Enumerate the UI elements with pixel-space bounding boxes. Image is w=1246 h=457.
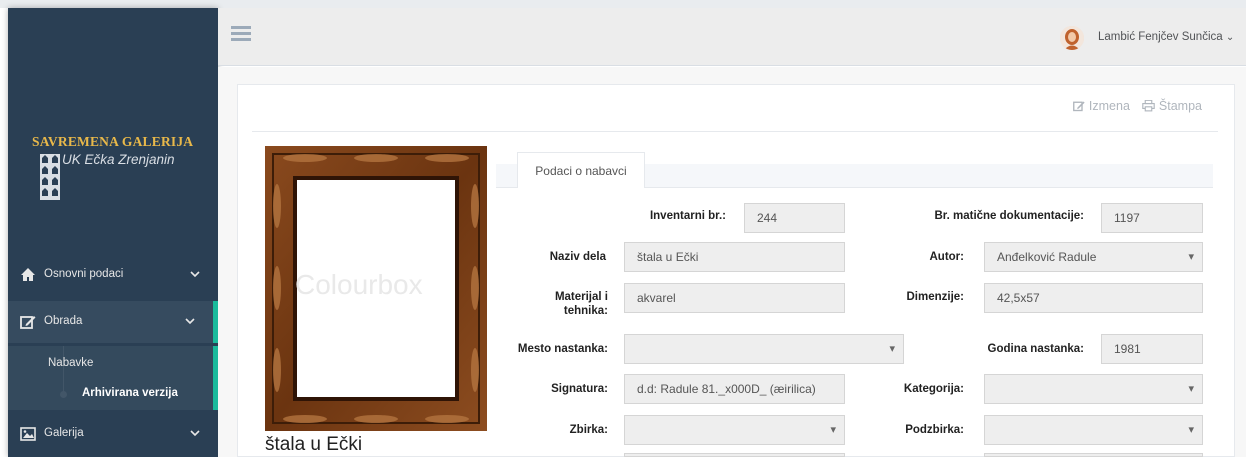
divider: [252, 131, 1218, 132]
sidebar: SAVREMENA GALERIJA UK Ečka Zrenjanin Osn…: [8, 8, 218, 457]
mesto-nastanka-label: Mesto nastanka:: [517, 343, 608, 355]
autor-label: Autor:: [929, 251, 965, 263]
user-name: Lambić Fenjčev Sunčica: [1098, 31, 1223, 43]
sidebar-item-osnovni-podaci[interactable]: Osnovni podaci: [8, 254, 218, 296]
zbirka-label: Zbirka:: [569, 424, 608, 436]
naziv-dela-field[interactable]: štala u Ečki: [624, 242, 845, 272]
zbirka-select[interactable]: [624, 415, 845, 445]
printer-icon: [1142, 100, 1155, 112]
user-menu[interactable]: Lambić Fenjčev Sunčica ⌄: [1098, 31, 1234, 43]
artwork-title: štala u Ečki: [265, 434, 363, 455]
signatura-field[interactable]: d.d: Radule 81._x000D_ (æirilica): [624, 374, 845, 404]
sidebar-item-label: Galerija: [44, 427, 84, 439]
sidebar-item-obrada[interactable]: Obrada: [8, 301, 218, 343]
materijal-field[interactable]: akvarel: [624, 283, 845, 313]
edit-button-label: Izmena: [1088, 99, 1130, 113]
user-avatar[interactable]: [1060, 26, 1084, 50]
panel-toolbar: Izmena Štampa: [1072, 99, 1202, 113]
dimenzije-field[interactable]: 42,5x57: [984, 283, 1203, 313]
kategorija-select[interactable]: [984, 374, 1203, 404]
chevron-down-icon: ⌄: [1225, 32, 1235, 43]
signatura-label: Signatura:: [551, 383, 608, 395]
materijal-label: Materijal i tehnika:: [554, 291, 608, 317]
kategorija-label: Kategorija:: [903, 383, 964, 395]
print-button[interactable]: Štampa: [1142, 99, 1202, 113]
artwork-image[interactable]: Colourbox: [265, 146, 487, 431]
image-watermark: Colourbox: [295, 269, 423, 300]
naziv-dela-label: Naziv dela: [549, 251, 606, 263]
next-row-field[interactable]: [984, 453, 1203, 457]
sidebar-item-label: Obrada: [44, 315, 83, 327]
dimenzije-label: Dimenzije:: [906, 291, 964, 303]
maticna-dokumentacija-field[interactable]: 1197: [1101, 203, 1203, 233]
edit-icon: [1072, 101, 1085, 112]
sidebar-item-label: Osnovni podaci: [44, 268, 124, 280]
chevron-down-icon: [185, 318, 195, 325]
picture-icon: [20, 427, 36, 441]
chevron-down-icon: [190, 430, 200, 437]
home-icon: [21, 268, 35, 281]
submenu-line: [63, 346, 64, 396]
crest-icon: [40, 154, 60, 200]
chevron-down-icon: [190, 271, 200, 278]
godina-nastanka-field[interactable]: 1981: [1101, 334, 1203, 364]
autor-select[interactable]: Anđelković Radule: [984, 242, 1203, 272]
edit-icon: [20, 316, 36, 329]
godina-nastanka-label: Godina nastanka:: [987, 343, 1085, 355]
top-navbar: Lambić Fenjčev Sunčica ⌄: [218, 8, 1246, 66]
obrada-submenu: Nabavke Arhivirana verzija: [8, 346, 218, 410]
podzbirka-label: Podzbirka:: [905, 424, 964, 436]
tab-podaci-o-nabavci[interactable]: Podaci o nabavci: [517, 152, 645, 188]
podzbirka-select[interactable]: [984, 415, 1203, 445]
inventarni-br-field[interactable]: 244: [744, 203, 845, 233]
submenu-item-arhivirana-verzija[interactable]: Arhivirana verzija: [82, 387, 178, 399]
submenu-item-nabavke[interactable]: Nabavke: [48, 357, 93, 369]
mesto-nastanka-select[interactable]: [624, 334, 904, 364]
logo-subtitle: UK Ečka Zrenjanin: [62, 152, 175, 167]
window-frame: [0, 0, 1246, 8]
submenu-dot: [60, 391, 67, 398]
logo-title: SAVREMENA GALERIJA: [32, 134, 194, 149]
edit-button[interactable]: Izmena: [1072, 99, 1130, 113]
inventarni-br-label: Inventarni br.:: [649, 210, 726, 222]
maticna-dokumentacija-label: Br. matične dokumentacije:: [934, 210, 1084, 222]
sidebar-item-galerija[interactable]: Galerija: [8, 413, 218, 455]
next-row-field[interactable]: [624, 453, 845, 457]
menu-toggle-icon[interactable]: [231, 26, 251, 42]
gallery-logo[interactable]: SAVREMENA GALERIJA UK Ečka Zrenjanin: [32, 134, 212, 200]
print-button-label: Štampa: [1158, 99, 1202, 113]
